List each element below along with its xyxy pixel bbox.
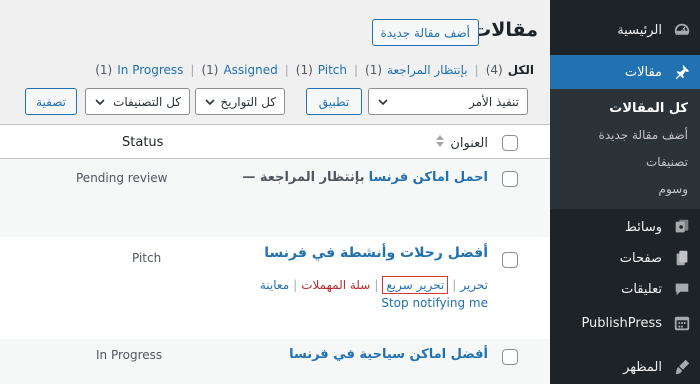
- view-count: (4): [485, 63, 503, 77]
- submenu-categories[interactable]: تصنيفات: [550, 155, 700, 169]
- menu-item-label: PublishPress: [581, 315, 662, 331]
- menu-item-label: مقالات: [624, 64, 662, 80]
- admin-sidebar: الرئيسية مقالات كل المقالات أضف مقالة جد…: [542, 0, 700, 384]
- menu-item-publishpress[interactable]: PublishPress: [550, 306, 700, 340]
- view-assigned[interactable]: Assigned: [223, 63, 277, 77]
- column-title-header[interactable]: العنوان: [436, 135, 488, 151]
- view-count: (1): [365, 63, 383, 77]
- submenu-add-new[interactable]: أضف مقالة جديدة: [550, 128, 700, 142]
- column-title-label: العنوان: [450, 135, 488, 151]
- view-separator: |: [354, 63, 359, 77]
- menu-item-dashboard[interactable]: الرئيسية: [550, 13, 700, 47]
- view-count: (1): [95, 63, 113, 77]
- chevron-down-icon: [204, 96, 216, 108]
- calendar-icon: [664, 314, 700, 332]
- view-separator: |: [284, 63, 289, 77]
- page-title: مقالات: [472, 19, 538, 41]
- bulk-action-value: تنفيذ الأمر: [469, 94, 519, 109]
- categories-filter-select[interactable]: كل التصنيفات: [85, 88, 190, 115]
- main-content: مقالات أضف مقالة جديدة الكل (4) | بإنتظا…: [0, 0, 550, 384]
- quick-edit-link[interactable]: تحرير سريع: [382, 276, 449, 294]
- menu-item-media[interactable]: وسائط: [550, 210, 700, 244]
- post-title-link[interactable]: أفضل اماكن سياحية في فرنسا: [289, 347, 488, 362]
- pin-icon: [664, 63, 700, 81]
- post-title: أفضل رحلات وأنشطة في فرنسا: [264, 245, 488, 261]
- post-title: أفضل اماكن سياحية في فرنسا: [289, 347, 488, 362]
- post-state: — بإنتظار المراجعة: [242, 170, 365, 185]
- table-header: العنوان Status: [0, 125, 550, 159]
- menu-item-label: تعليقات: [621, 281, 662, 297]
- table-row: أفضل رحلات وأنشطة في فرنسا Pitch تحرير |…: [0, 237, 550, 339]
- chevron-down-icon: [377, 96, 389, 108]
- action-separator: |: [293, 278, 298, 292]
- view-in-progress[interactable]: In Progress: [117, 63, 183, 77]
- edit-link[interactable]: تحرير: [460, 278, 488, 292]
- view-all[interactable]: الكل: [508, 63, 534, 77]
- view-pitch[interactable]: Pitch: [318, 63, 347, 77]
- appearance-icon: [664, 358, 700, 376]
- dates-filter-select[interactable]: كل التواريخ: [195, 88, 285, 115]
- menu-item-label: صفحات: [619, 250, 662, 266]
- dashboard-icon: [664, 21, 700, 39]
- apply-button[interactable]: تطبيق: [306, 88, 362, 115]
- table-row: احمل اماكن فرنسا — بإنتظار المراجعة Pend…: [0, 159, 550, 237]
- menu-item-label: الرئيسية: [617, 22, 662, 38]
- menu-item-label: المظهر: [623, 359, 662, 375]
- post-status: Pending review: [76, 171, 168, 185]
- post-title-link[interactable]: احمل اماكن فرنسا: [369, 170, 488, 185]
- categories-filter-value: كل التصنيفات: [113, 94, 181, 109]
- view-count: (1): [201, 63, 219, 77]
- menu-item-label: وسائط: [624, 219, 662, 235]
- table-row: أفضل اماكن سياحية في فرنسا In Progress: [0, 339, 550, 384]
- sort-icon: [436, 135, 445, 151]
- row-checkbox[interactable]: [502, 171, 518, 187]
- menu-item-comments[interactable]: تعليقات: [550, 272, 700, 306]
- dates-filter-value: كل التواريخ: [220, 94, 276, 109]
- add-new-post-button[interactable]: أضف مقالة جديدة: [371, 19, 479, 46]
- row-checkbox[interactable]: [502, 252, 518, 268]
- filter-button[interactable]: تصفية: [25, 88, 77, 115]
- select-all-checkbox[interactable]: [502, 135, 518, 151]
- status-views: الكل (4) | بإنتظار المراجعة (1) | Pitch …: [95, 63, 534, 77]
- menu-item-posts[interactable]: مقالات: [542, 55, 700, 89]
- trash-link[interactable]: سلة المهملات: [301, 278, 370, 292]
- post-status: In Progress: [96, 348, 163, 362]
- row-checkbox[interactable]: [502, 349, 518, 365]
- comments-icon: [664, 280, 700, 298]
- post-title-link[interactable]: أفضل رحلات وأنشطة في فرنسا: [264, 245, 488, 261]
- submenu-all-posts[interactable]: كل المقالات: [550, 101, 700, 116]
- view-count: (1): [295, 63, 313, 77]
- post-status: Pitch: [132, 251, 162, 265]
- post-title: احمل اماكن فرنسا — بإنتظار المراجعة: [242, 170, 488, 185]
- column-status-header[interactable]: Status: [122, 135, 163, 150]
- row-actions: تحرير | تحرير سريع | سلة المهملات | معاي…: [260, 276, 488, 294]
- view-separator: |: [474, 63, 479, 77]
- media-icon: [664, 218, 700, 236]
- menu-item-pages[interactable]: صفحات: [550, 241, 700, 275]
- posts-table: العنوان Status احمل اماكن فرنسا — بإنتظا…: [0, 124, 550, 384]
- pages-icon: [664, 249, 700, 267]
- view-separator: |: [190, 63, 195, 77]
- chevron-down-icon: [94, 96, 106, 108]
- view-pending[interactable]: بإنتظار المراجعة: [387, 63, 468, 77]
- bulk-action-select[interactable]: تنفيذ الأمر: [368, 88, 528, 115]
- action-separator: |: [374, 278, 379, 292]
- action-separator: |: [452, 278, 457, 292]
- submenu-tags[interactable]: وسوم: [550, 182, 700, 196]
- preview-link[interactable]: معاينة: [260, 278, 289, 292]
- menu-item-appearance[interactable]: المظهر: [550, 350, 700, 384]
- posts-submenu: كل المقالات أضف مقالة جديدة تصنيفات وسوم: [550, 89, 700, 209]
- stop-notifying-link[interactable]: Stop notifying me: [381, 296, 488, 310]
